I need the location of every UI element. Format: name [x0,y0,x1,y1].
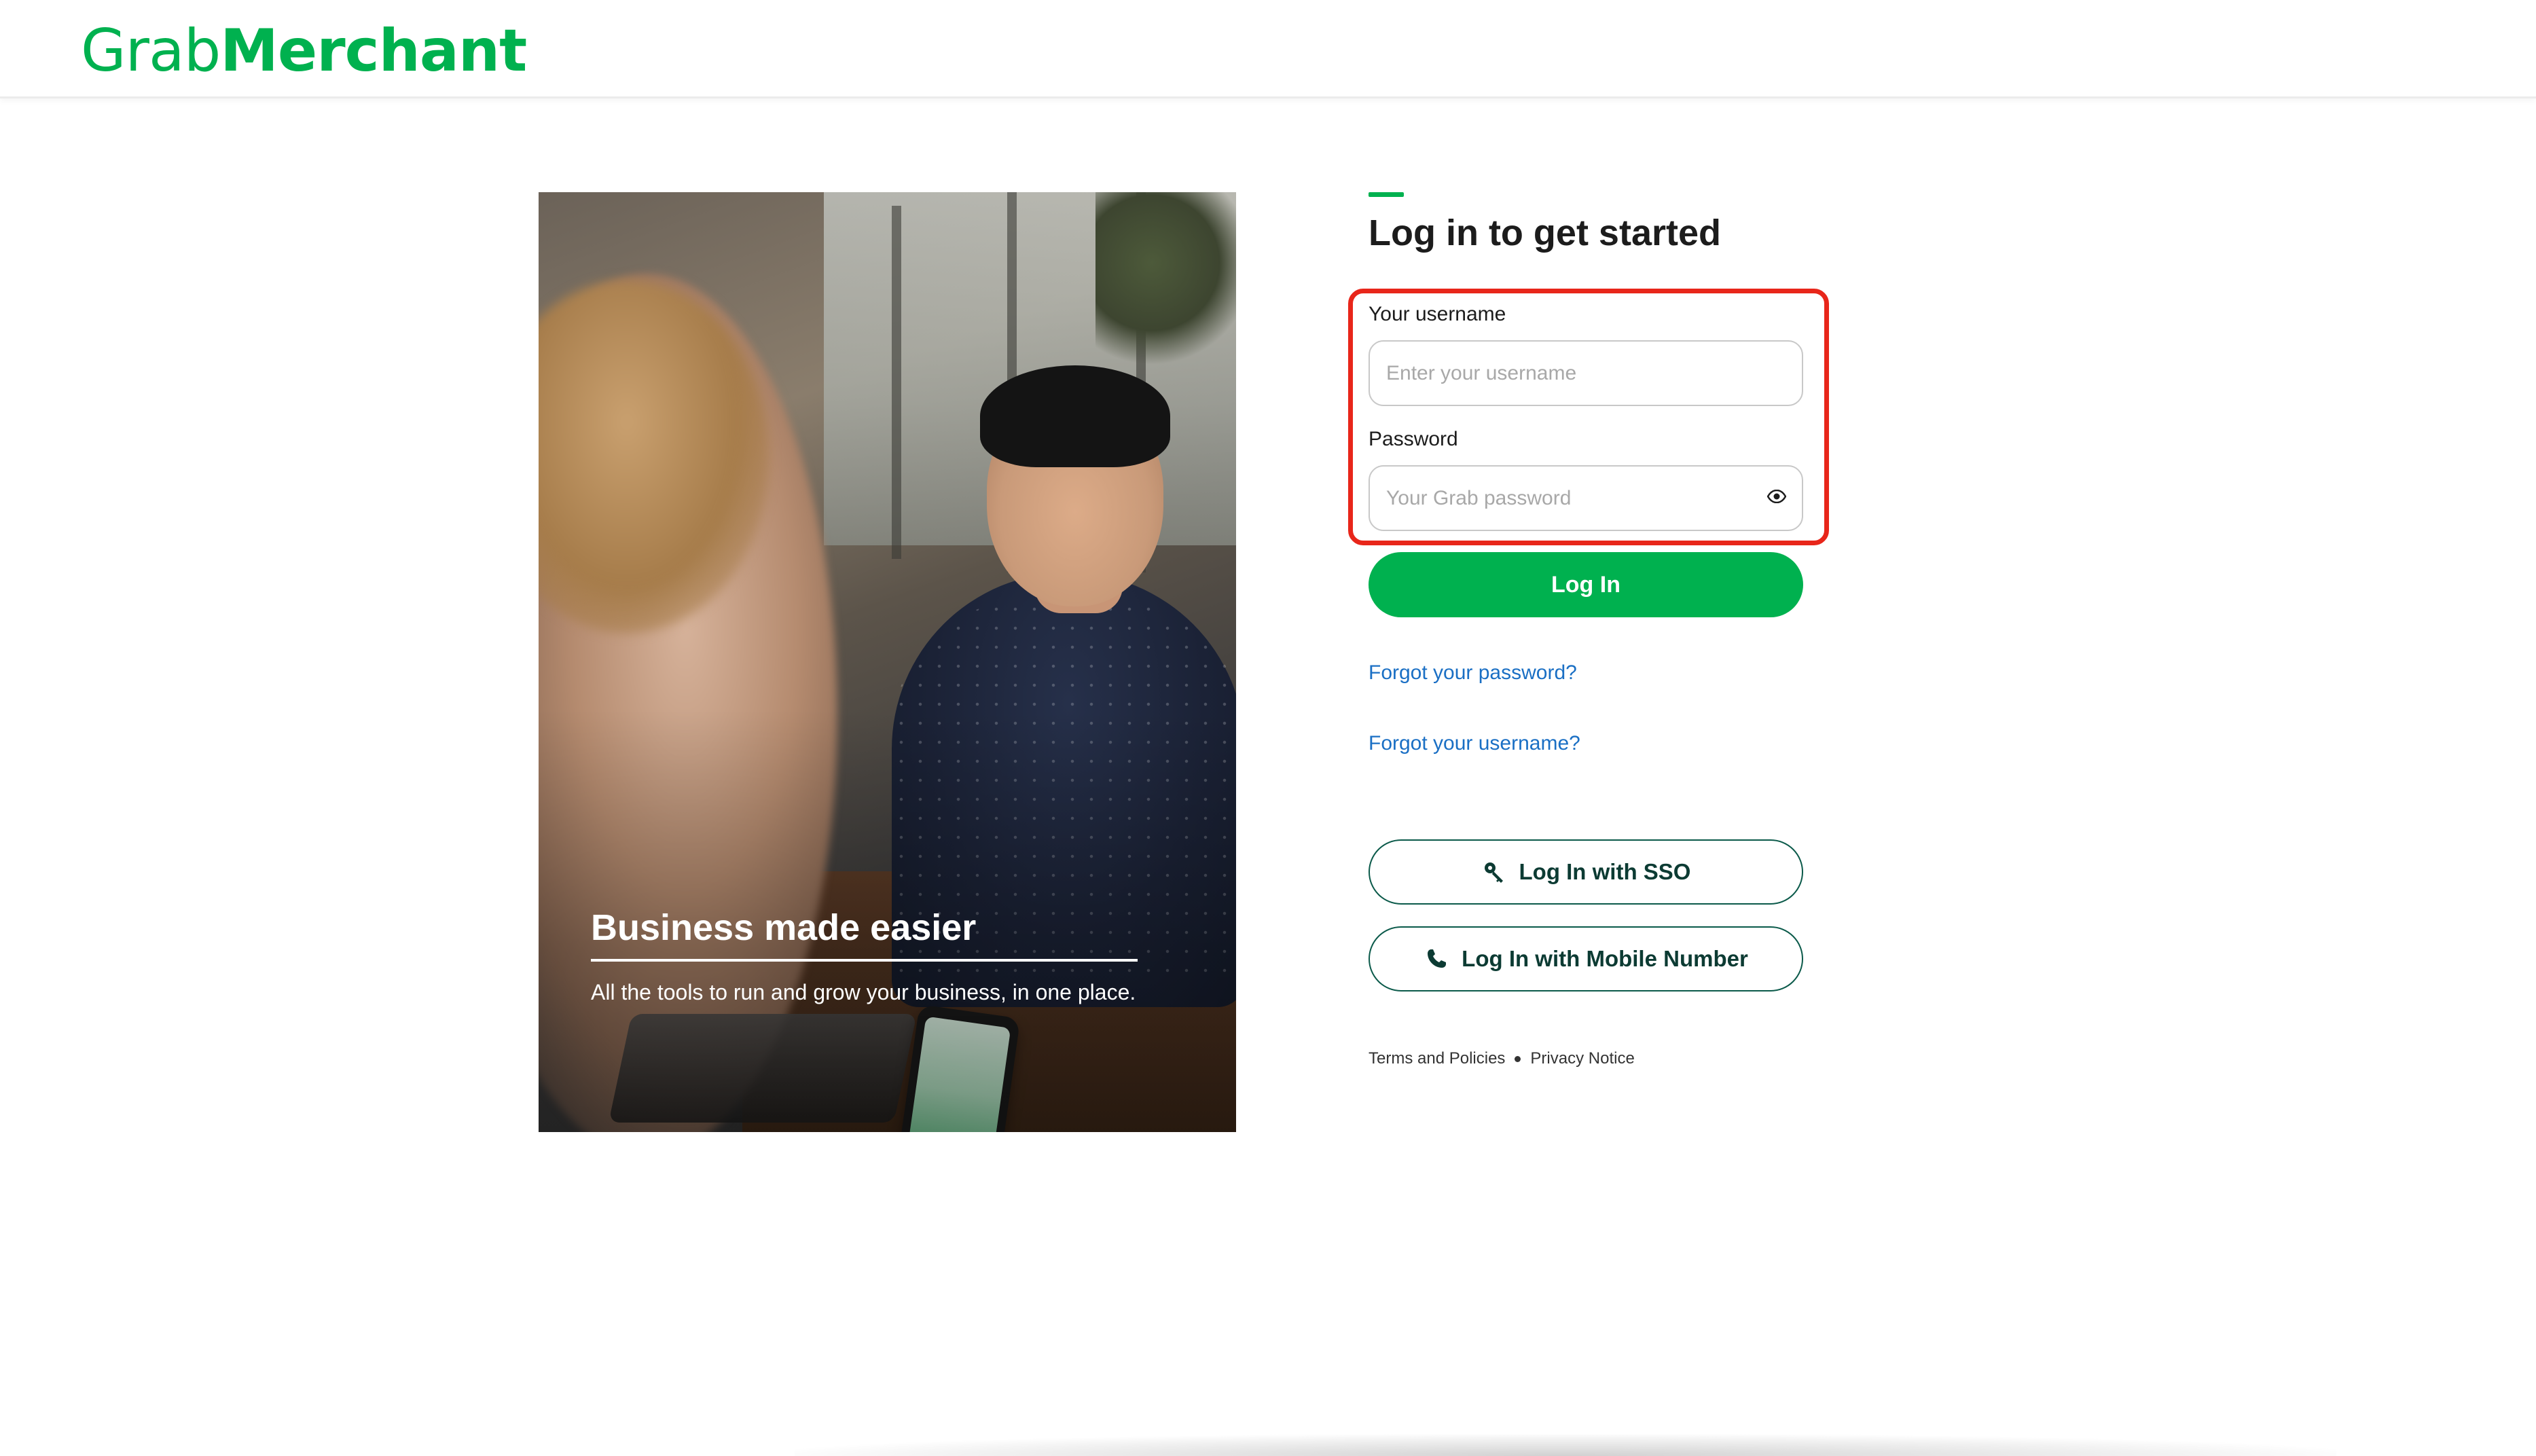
phone-icon [1424,946,1449,972]
login-mobile-button[interactable]: Log In with Mobile Number [1369,926,1803,991]
hero-subtitle: All the tools to run and grow your busin… [591,980,1136,1004]
username-label: Your username [1369,303,1506,325]
hero-image-panel: Business made easier All the tools to ru… [539,192,1236,1132]
privacy-link[interactable]: Privacy Notice [1530,1049,1634,1068]
footer-links: Terms and Policies Privacy Notice [1369,1049,1635,1068]
hero-title-underline [591,959,1138,962]
login-button[interactable]: Log In [1369,552,1803,617]
logo-grab-text: Grab [81,17,221,85]
forgot-password-link[interactable]: Forgot your password? [1369,661,1577,685]
bottom-edge-shadow [795,1434,2336,1456]
eye-icon [1767,489,1787,507]
grabmerchant-logo[interactable]: GrabMerchant [81,14,527,88]
hero-title: Business made easier [591,907,977,948]
title-accent-bar [1369,192,1404,197]
terms-link[interactable]: Terms and Policies [1369,1049,1505,1068]
logo-merchant-text: Merchant [220,17,527,85]
show-password-toggle[interactable] [1762,486,1792,510]
top-header: GrabMerchant [0,0,2536,98]
footer-separator-dot [1515,1055,1521,1062]
forgot-username-link[interactable]: Forgot your username? [1369,732,1580,755]
password-label: Password [1369,428,1458,450]
password-input[interactable] [1369,465,1803,531]
page-title: Log in to get started [1369,213,1721,253]
login-mobile-label: Log In with Mobile Number [1462,946,1748,971]
username-input[interactable] [1369,340,1803,406]
login-sso-button[interactable]: Log In with SSO [1369,839,1803,905]
login-sso-label: Log In with SSO [1519,859,1691,884]
key-icon [1481,859,1507,885]
